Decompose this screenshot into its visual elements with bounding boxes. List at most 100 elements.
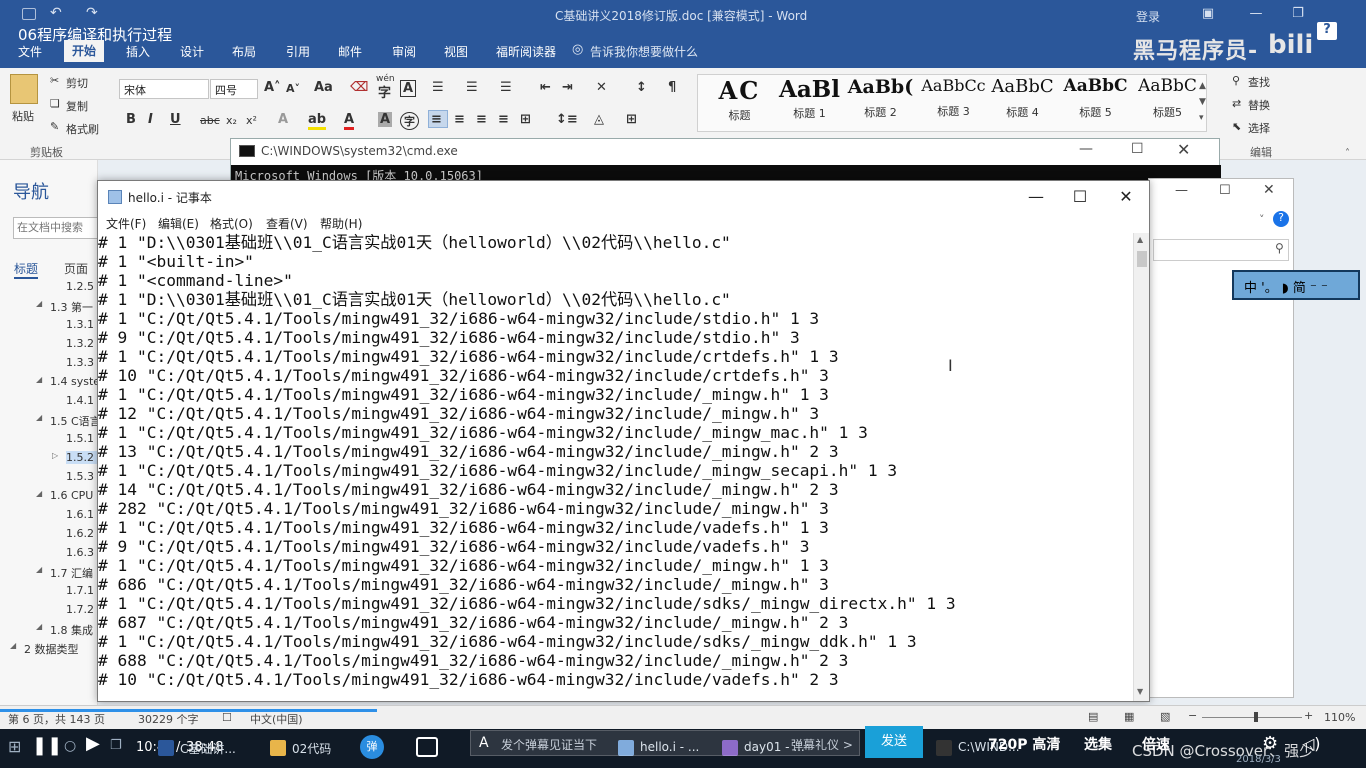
style-heading3[interactable]: AaBbCc 标题 3 [916,76,991,130]
phonetic-guide-icon[interactable]: 字 [378,82,391,101]
tab-home[interactable]: 开始 [64,40,105,62]
increase-indent-icon[interactable]: ⇥ [562,80,573,95]
align-center-icon[interactable]: ≡ [454,112,465,127]
collapse-ribbon-icon[interactable]: ˄ [1345,148,1350,159]
redo-icon[interactable]: ↷ [86,5,98,21]
nav-item[interactable]: 1.5.2 [66,451,98,464]
menu-view[interactable]: 查看(V) [266,215,308,232]
nav-item[interactable]: 1.2.5 [66,280,98,293]
danmu-toggle-icon[interactable]: 弹 [360,735,384,759]
print-layout-icon[interactable]: ▦ [1124,710,1134,723]
ime-toolbar[interactable]: 中 '。 ◗ 简 ⁻ ⁻ [1232,270,1360,300]
pause-icon[interactable]: ❚❚ [32,735,62,756]
bg-maximize-icon[interactable]: ☐ [1219,183,1231,198]
notepad-close-icon[interactable]: ✕ [1106,185,1146,209]
zoom-out-icon[interactable]: − [1188,709,1197,722]
tab-design[interactable]: 设计 [180,43,204,60]
style-heading2[interactable]: AaBb( 标题 2 [843,76,918,130]
nav-item[interactable]: 1.4.1 [66,394,98,407]
taskbar-app[interactable]: 02代码 [264,732,354,765]
copy-button[interactable]: 复制 [66,98,88,114]
nav-item[interactable]: 1.7 汇编 [50,565,98,581]
bg-search-input[interactable] [1153,239,1289,261]
tab-insert[interactable]: 插入 [126,43,150,60]
restore-icon[interactable]: ❐ [1290,6,1306,21]
proofing-icon[interactable]: ☐ [222,711,232,724]
tab-view[interactable]: 视图 [444,43,468,60]
send-button[interactable]: 发送 [865,726,923,758]
italic-icon[interactable]: I [148,112,153,127]
task-view-icon[interactable]: ❐ [110,738,122,753]
danmu-input[interactable]: A 发个弹幕见证当下 弹幕礼仪 > [470,730,860,756]
tell-me-box[interactable]: 告诉我你想要做什么 [590,43,698,60]
find-icon[interactable]: ⚲ [1232,74,1240,87]
help-icon[interactable]: ? [1317,22,1337,40]
collapse-arrow-icon[interactable]: ◢ [36,565,42,574]
tab-mailings[interactable]: 邮件 [338,43,362,60]
subscript-icon[interactable]: x₂ [226,114,237,127]
nav-item[interactable]: 1.5.1 [66,432,98,445]
next-icon[interactable]: ▶ [86,733,100,754]
paste-button[interactable]: 粘贴 [12,108,34,124]
nav-tab-headings[interactable]: 标题 [14,260,39,279]
bg-help-icon[interactable]: ? [1273,211,1289,227]
language[interactable]: 中文(中国) [250,711,303,727]
enclose-char-icon[interactable]: 字 [400,112,419,130]
windows-start-icon[interactable]: ⊞ [8,737,21,756]
chinese-layout-icon[interactable]: ✕ [596,80,607,95]
notepad-window[interactable]: hello.i - 记事本 — ☐ ✕ 文件(F) 编辑(E) 格式(O) 查看… [97,180,1150,702]
select-button[interactable]: 选择 [1248,120,1270,136]
text-effects-icon[interactable]: A [278,112,288,127]
notepad-minimize-icon[interactable]: — [1016,185,1056,209]
word-count[interactable]: 30229 个字 [138,711,199,727]
shrink-font-icon[interactable]: A˅ [286,82,300,95]
nav-item[interactable]: 1.5 C语言 [50,413,98,429]
nav-item[interactable]: 1.8 集成 [50,622,98,638]
nav-item[interactable]: 1.3.3 [66,356,98,369]
style-heading5[interactable]: AaBbC 标题 5 [1058,76,1133,130]
numbering-icon[interactable]: ☰ [466,80,478,95]
bg-expand-icon[interactable]: ˅ [1259,213,1265,226]
ribbon-display-icon[interactable]: ▣ [1200,6,1216,21]
nav-item[interactable]: 1.4 syste [50,375,98,388]
decrease-indent-icon[interactable]: ⇤ [540,80,551,95]
bold-icon[interactable]: B [126,112,136,127]
tab-review[interactable]: 审阅 [392,43,416,60]
menu-edit[interactable]: 编辑(E) [158,215,199,232]
danmu-style-icon[interactable]: A [479,735,489,751]
episodes-button[interactable]: 选集 [1084,734,1112,754]
style-title[interactable]: AC 标题 [702,76,777,130]
strikethrough-icon[interactable]: abc [200,114,220,127]
collapse-arrow-icon[interactable]: ◢ [36,375,42,384]
nav-item[interactable]: 1.7.1 [66,584,98,597]
superscript-icon[interactable]: x² [246,114,257,127]
underline-icon[interactable]: U [170,112,181,127]
replace-icon[interactable]: ⇄ [1232,97,1241,110]
danmu-settings-icon[interactable] [416,737,438,757]
danmu-etiquette-link[interactable]: 弹幕礼仪 > [791,736,853,753]
cmd-close-icon[interactable]: ✕ [1177,140,1190,159]
quality-button[interactable]: 720P 高清 [988,734,1060,754]
notepad-scrollbar[interactable]: ▲ ▼ [1133,233,1149,701]
format-painter-button[interactable]: 格式刷 [66,121,99,137]
video-progress-bar[interactable] [0,709,377,712]
change-case-button[interactable]: Aa [314,80,333,95]
line-spacing-icon[interactable]: ↕≡ [556,112,578,127]
notepad-maximize-icon[interactable]: ☐ [1060,185,1100,209]
cmd-maximize-icon[interactable]: ☐ [1131,141,1144,157]
search-circle-icon[interactable]: ○ [64,738,76,754]
bg-minimize-icon[interactable]: — [1175,183,1188,198]
page-count[interactable]: 第 6 页，共 143 页 [8,711,105,727]
menu-help[interactable]: 帮助(H) [320,215,362,232]
style-heading1[interactable]: AaBl 标题 1 [772,76,847,130]
scissors-icon[interactable]: ✂ [50,74,59,87]
bullets-icon[interactable]: ☰ [432,80,444,95]
grow-font-icon[interactable]: A˄ [264,80,281,95]
scroll-down-icon[interactable]: ▼ [1137,687,1143,696]
save-icon[interactable] [22,8,36,20]
expand-arrow-icon[interactable]: ▷ [52,451,58,460]
clear-format-icon[interactable]: ⌫ [350,80,368,95]
nav-item[interactable]: 1.6.2 [66,527,98,540]
cmd-minimize-icon[interactable]: — [1079,141,1093,157]
char-shading-icon[interactable]: A [378,112,393,127]
